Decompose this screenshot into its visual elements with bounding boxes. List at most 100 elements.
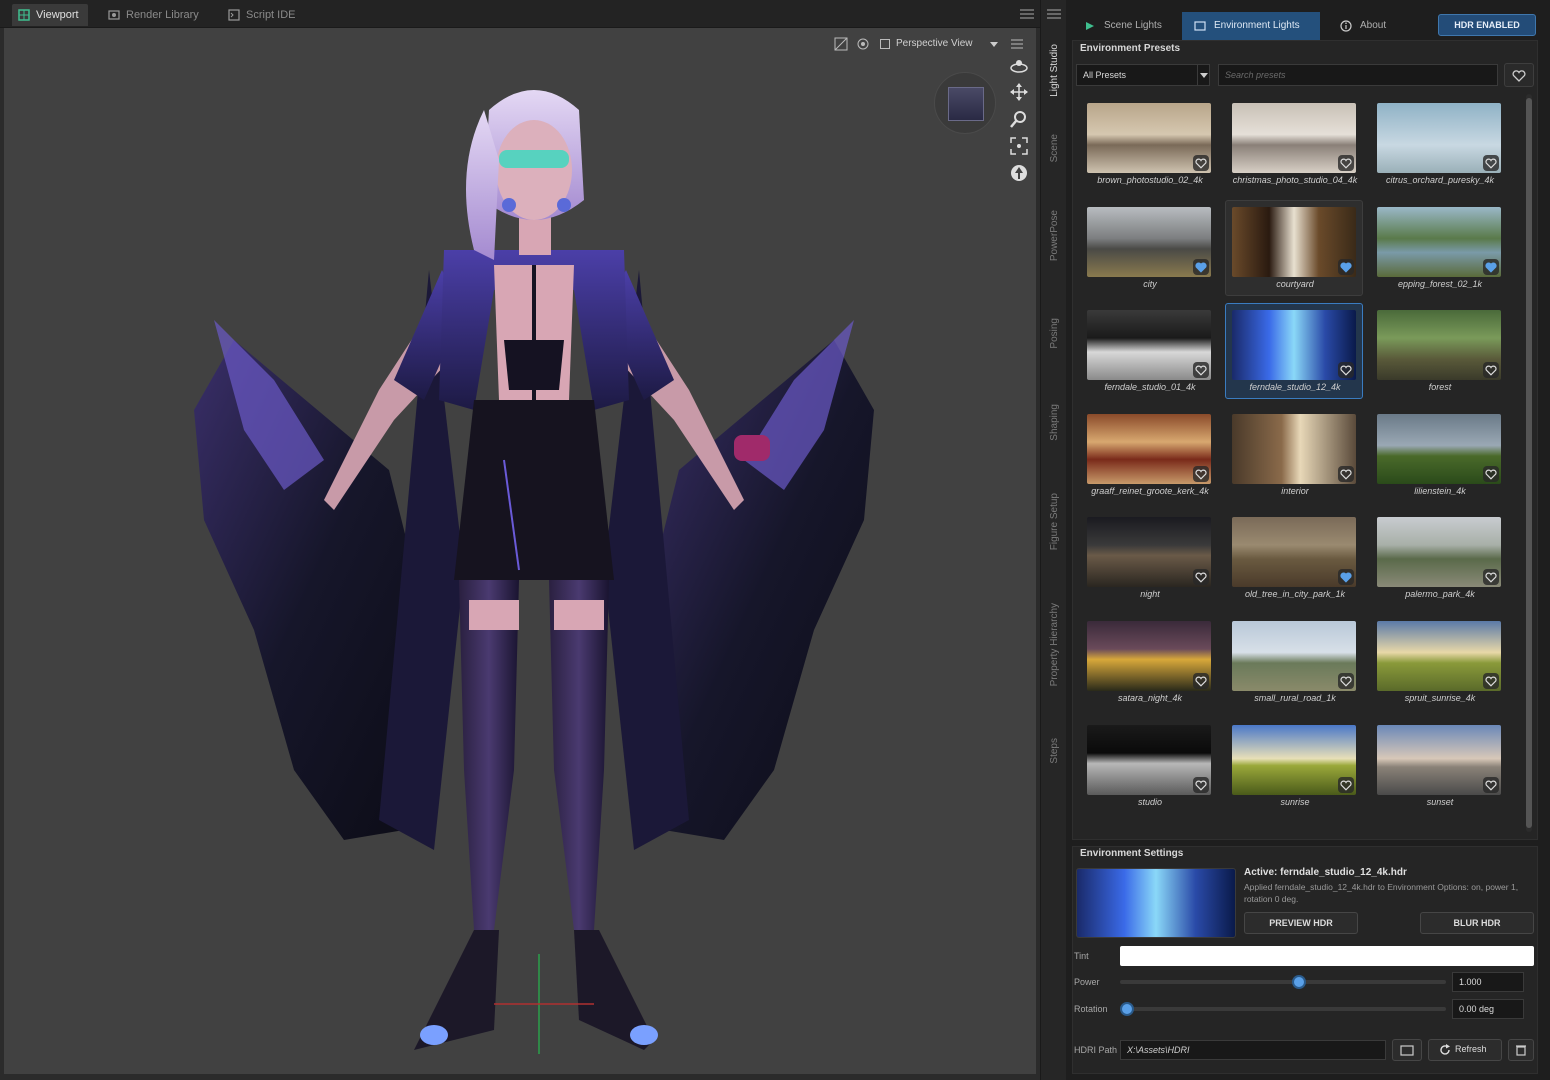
preset-card[interactable]: small_rural_road_1k [1225, 614, 1363, 710]
preset-thumbnail[interactable] [1232, 414, 1356, 484]
preset-card[interactable]: citrus_orchard_puresky_4k [1370, 96, 1508, 192]
view-cube[interactable] [934, 72, 996, 134]
rotation-slider[interactable] [1120, 1007, 1446, 1011]
preset-thumbnail[interactable] [1232, 207, 1356, 277]
dock-tab-scene[interactable]: Scene [1041, 126, 1067, 170]
preset-card[interactable]: sunset [1370, 718, 1508, 814]
preset-thumbnail[interactable] [1087, 414, 1211, 484]
preset-thumbnail[interactable] [1087, 103, 1211, 173]
preset-scrollbar[interactable] [1526, 94, 1532, 832]
preset-card[interactable]: palermo_park_4k [1370, 510, 1508, 606]
favorites-filter-button[interactable] [1504, 63, 1534, 87]
preset-thumbnail[interactable] [1087, 517, 1211, 587]
preset-card[interactable]: night [1080, 510, 1218, 606]
view-cube-face[interactable] [948, 87, 984, 121]
rotation-value-field[interactable]: 0.00 deg [1452, 999, 1524, 1019]
frame-icon[interactable] [1010, 137, 1028, 155]
favorite-toggle[interactable] [1193, 569, 1209, 585]
dock-menu-icon[interactable] [1047, 8, 1061, 20]
dock-tab-property-hierarchy[interactable]: Property Hierarchy [1041, 590, 1067, 700]
favorite-toggle[interactable] [1193, 777, 1209, 793]
favorite-toggle[interactable] [1338, 777, 1354, 793]
dock-tab-figure-setup[interactable]: Figure Setup [1041, 480, 1067, 564]
hdri-path-field[interactable]: X:\Assets\HDRI [1120, 1040, 1386, 1060]
preset-card[interactable]: old_tree_in_city_park_1k [1225, 510, 1363, 606]
search-input[interactable] [1218, 64, 1498, 86]
favorite-toggle[interactable] [1338, 155, 1354, 171]
preset-card[interactable]: studio [1080, 718, 1218, 814]
tab-about[interactable]: About [1328, 12, 1410, 40]
tab-render-library[interactable]: Render Library [102, 4, 208, 26]
preset-thumbnail[interactable] [1087, 725, 1211, 795]
preset-thumbnail[interactable] [1377, 207, 1501, 277]
shading-icon[interactable] [834, 37, 848, 51]
dock-tab-light-studio[interactable]: Light Studio [1041, 38, 1067, 102]
tab-environment-lights[interactable]: Environment Lights [1182, 12, 1320, 40]
preset-card[interactable]: satara_night_4k [1080, 614, 1218, 710]
3d-viewport[interactable]: Perspective View [4, 28, 1036, 1074]
favorite-toggle[interactable] [1338, 362, 1354, 378]
preset-card[interactable]: spruit_sunrise_4k [1370, 614, 1508, 710]
refresh-button[interactable]: Refresh [1428, 1039, 1502, 1061]
preset-thumbnail[interactable] [1232, 310, 1356, 380]
preset-thumbnail[interactable] [1377, 103, 1501, 173]
rotation-slider-handle[interactable] [1120, 1002, 1134, 1016]
preset-card[interactable]: ferndale_studio_01_4k [1080, 303, 1218, 399]
preset-card[interactable]: interior [1225, 407, 1363, 503]
preset-card[interactable]: lilienstein_4k [1370, 407, 1508, 503]
favorite-toggle[interactable] [1483, 466, 1499, 482]
favorite-toggle[interactable] [1193, 362, 1209, 378]
favorite-toggle[interactable] [1483, 673, 1499, 689]
preset-thumbnail[interactable] [1232, 725, 1356, 795]
dock-tab-posing[interactable]: Posing [1041, 308, 1067, 358]
preset-thumbnail[interactable] [1377, 621, 1501, 691]
browse-folder-button[interactable] [1392, 1039, 1422, 1061]
view-mode-select[interactable]: Perspective View [878, 35, 1002, 53]
preset-thumbnail[interactable] [1087, 207, 1211, 277]
preset-card[interactable]: christmas_photo_studio_04_4k [1225, 96, 1363, 192]
preset-card[interactable]: sunrise [1225, 718, 1363, 814]
favorite-toggle[interactable] [1338, 673, 1354, 689]
favorite-toggle[interactable] [1338, 569, 1354, 585]
favorite-toggle[interactable] [1193, 673, 1209, 689]
preset-thumbnail[interactable] [1377, 725, 1501, 795]
preset-card[interactable]: courtyard [1225, 200, 1363, 296]
favorite-toggle[interactable] [1483, 777, 1499, 793]
favorite-toggle[interactable] [1338, 466, 1354, 482]
preset-card[interactable]: ferndale_studio_12_4k [1225, 303, 1363, 399]
hdr-enabled-button[interactable]: HDR ENABLED [1438, 14, 1536, 36]
preset-thumbnail[interactable] [1087, 621, 1211, 691]
tab-viewport[interactable]: Viewport [12, 4, 88, 26]
preset-card[interactable]: graaff_reinet_groote_kerk_4k [1080, 407, 1218, 503]
preset-card[interactable]: epping_forest_02_1k [1370, 200, 1508, 296]
orbit-icon[interactable] [1010, 58, 1028, 74]
preset-card[interactable]: brown_photostudio_02_4k [1080, 96, 1218, 192]
favorite-toggle[interactable] [1483, 362, 1499, 378]
preset-card[interactable]: forest [1370, 303, 1508, 399]
preset-card[interactable]: city [1080, 200, 1218, 296]
power-value-field[interactable]: 1.000 [1452, 972, 1524, 992]
viewport-menu-icon[interactable] [1010, 37, 1024, 51]
pan-icon[interactable] [1010, 83, 1028, 101]
dock-tab-powerpose[interactable]: PowerPose [1041, 204, 1067, 268]
camera-icon[interactable] [856, 37, 870, 51]
dock-tab-shaping[interactable]: Shaping [1041, 394, 1067, 450]
preset-filter-select[interactable]: All Presets [1076, 64, 1210, 86]
favorite-toggle[interactable] [1193, 259, 1209, 275]
preset-thumbnail[interactable] [1232, 621, 1356, 691]
menu-icon[interactable] [1020, 8, 1034, 20]
preset-thumbnail[interactable] [1087, 310, 1211, 380]
scrollbar-thumb[interactable] [1526, 98, 1532, 828]
favorite-toggle[interactable] [1483, 155, 1499, 171]
tab-scene-lights[interactable]: Scene Lights [1072, 12, 1180, 40]
favorite-toggle[interactable] [1483, 259, 1499, 275]
power-slider[interactable] [1120, 980, 1446, 984]
preset-thumbnail[interactable] [1232, 517, 1356, 587]
tint-color-swatch[interactable] [1120, 946, 1534, 966]
preset-thumbnail[interactable] [1377, 414, 1501, 484]
reset-view-icon[interactable] [1010, 164, 1028, 182]
preset-thumbnail[interactable] [1377, 310, 1501, 380]
favorite-toggle[interactable] [1193, 466, 1209, 482]
favorite-toggle[interactable] [1483, 569, 1499, 585]
blur-hdr-button[interactable]: BLUR HDR [1420, 912, 1534, 934]
